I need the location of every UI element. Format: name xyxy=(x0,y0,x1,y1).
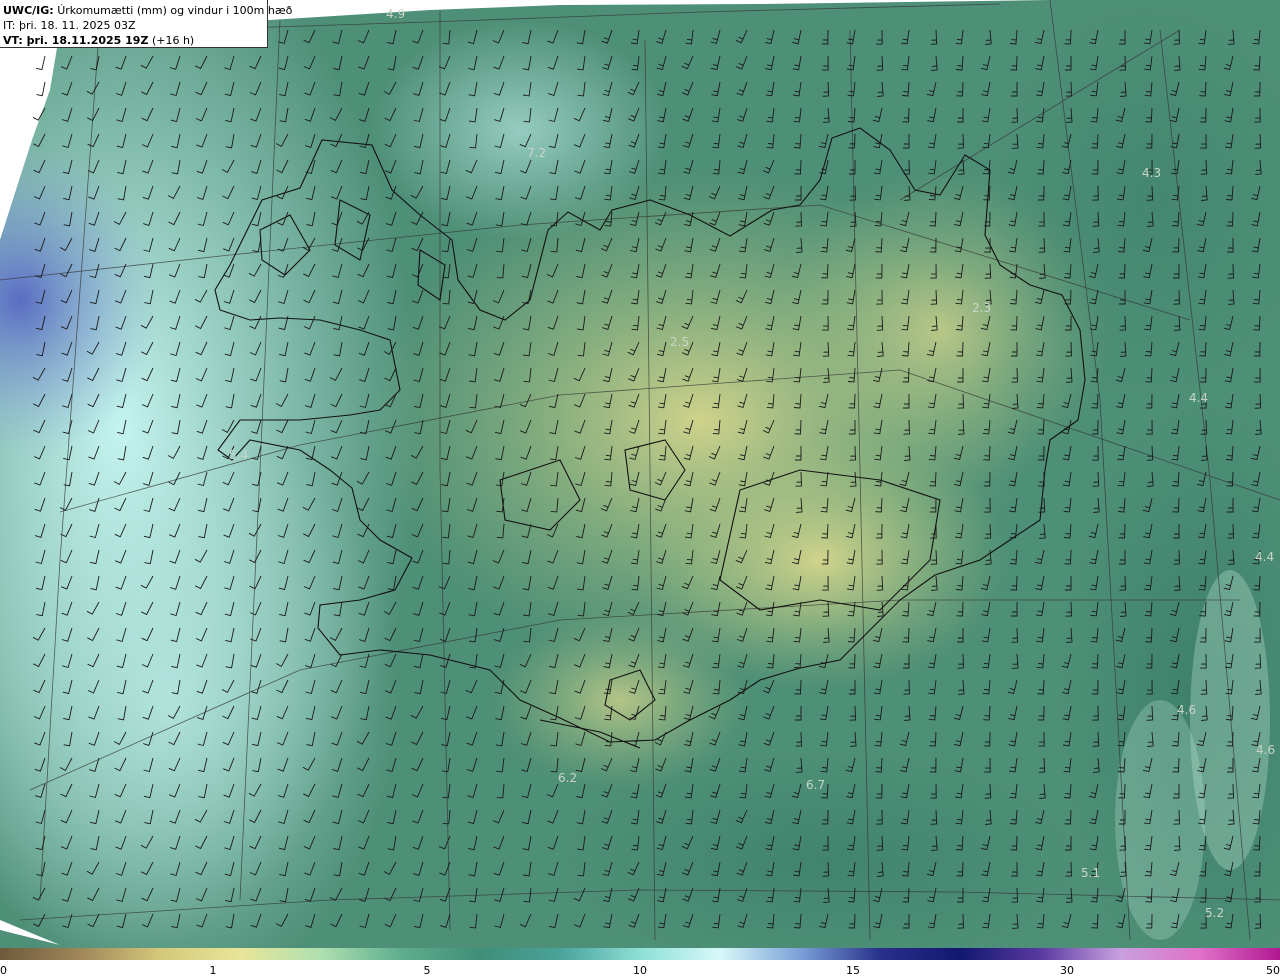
value-label: 5.2 xyxy=(1205,906,1224,920)
precipitation-wind-map: 4.9 7.2 4.3 2.3 2.5 4.4 5.4 4.4 4.6 4.6 … xyxy=(0,0,1280,948)
value-label: 4.3 xyxy=(1142,166,1161,180)
colorbar-tick: 0 xyxy=(0,964,7,977)
value-label: 4.4 xyxy=(1255,550,1274,564)
colorbar-tick: 30 xyxy=(1060,964,1074,977)
value-label: 5.1 xyxy=(1081,866,1100,880)
colorbar-tick: 15 xyxy=(846,964,860,977)
colorbar-tick: 5 xyxy=(423,964,431,977)
field-layer xyxy=(0,0,1280,948)
init-time-line: IT: þri. 18. 11. 2025 03Z xyxy=(3,18,264,33)
value-label: 5.4 xyxy=(229,448,248,462)
valid-time-offset: (+16 h) xyxy=(151,34,195,47)
value-label: 7.2 xyxy=(527,146,546,160)
colorbar-ticks: 0 1 5 10 15 30 50 xyxy=(0,960,1280,978)
value-label: 4.4 xyxy=(1189,391,1208,405)
value-label: 4.6 xyxy=(1256,743,1275,757)
valid-time-line: VT: þri. 18.11.2025 19Z (+16 h) xyxy=(3,33,264,48)
value-label: 2.3 xyxy=(972,301,991,315)
value-label: 4.9 xyxy=(386,7,405,21)
value-label: 2.5 xyxy=(670,335,689,349)
colorbar-tick: 50 xyxy=(1266,964,1280,977)
title-line: UWC/IG: Úrkomumætti (mm) og vindur i 100… xyxy=(3,3,292,18)
map-header: UWC/IG: Úrkomumætti (mm) og vindur i 100… xyxy=(0,0,292,48)
model-name: UWC/IG: xyxy=(3,4,54,17)
init-time-value: þri. 18. 11. 2025 03Z xyxy=(18,19,136,32)
valid-time-label: VT: þri. 18.11.2025 19Z xyxy=(3,34,149,47)
value-label: 4.6 xyxy=(1177,703,1196,717)
colorbar-tick: 1 xyxy=(209,964,217,977)
value-label: 6.7 xyxy=(806,778,825,792)
colorbar xyxy=(0,948,1280,960)
product-name: Úrkomumætti (mm) og vindur i 100m hæð xyxy=(57,4,293,17)
colorbar-tick: 10 xyxy=(633,964,647,977)
value-label: 6.2 xyxy=(558,771,577,785)
init-time-label: IT: xyxy=(3,19,16,32)
